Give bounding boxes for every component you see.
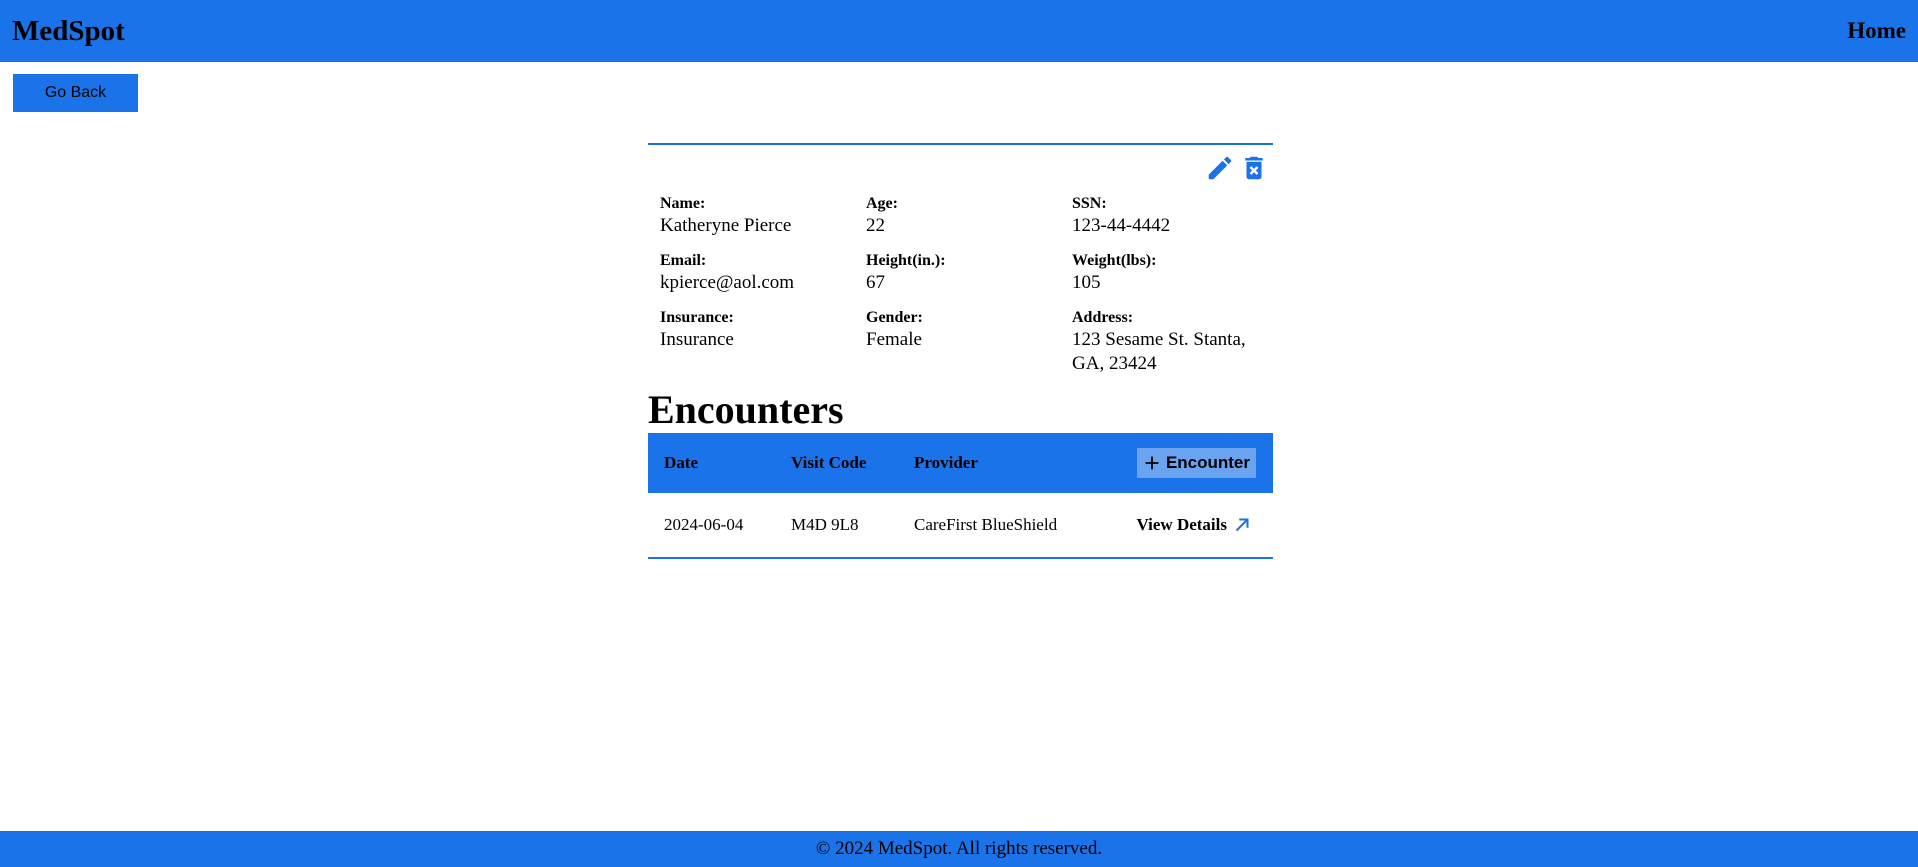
plus-icon	[1145, 456, 1159, 470]
field-height: Height(in.): 67	[866, 251, 1072, 295]
field-label: Age:	[866, 195, 898, 212]
column-header-date: Date	[664, 453, 698, 472]
patient-info-grid: Name: Katheryne Pierce Age: 22 SSN: 123-…	[660, 194, 1266, 376]
arrow-up-right-icon	[1235, 518, 1249, 532]
field-value: kpierce@aol.com	[660, 272, 795, 293]
field-value: 67	[866, 272, 885, 293]
field-age: Age: 22	[866, 194, 1072, 238]
field-insurance: Insurance: Insurance	[660, 308, 866, 376]
column-header-provider: Provider	[914, 453, 978, 472]
table-header-row: Date Visit Code Provider Encounter	[648, 433, 1273, 493]
cell-date: 2024-06-04	[664, 515, 744, 534]
table-row: 2024-06-04 M4D 9L8 CareFirst BlueShield …	[648, 493, 1273, 558]
field-value: Katheryne Pierce	[660, 215, 792, 236]
field-ssn: SSN: 123-44-4442	[1072, 194, 1266, 238]
view-details-link[interactable]: View Details	[1137, 514, 1254, 536]
field-weight: Weight(lbs): 105	[1072, 251, 1266, 295]
field-name: Name: Katheryne Pierce	[660, 194, 866, 238]
encounters-table-body: 2024-06-04 M4D 9L8 CareFirst BlueShield …	[648, 493, 1273, 558]
brand-logo[interactable]: MedSpot	[12, 15, 125, 48]
field-email: Email: kpierce@aol.com	[660, 251, 866, 295]
trash-icon	[1245, 156, 1263, 180]
go-back-button[interactable]: Go Back	[13, 74, 138, 112]
field-value: 123-44-4442	[1072, 215, 1171, 236]
field-label: Gender:	[866, 309, 923, 326]
encounters-title: Encounters	[648, 387, 844, 432]
cell-visit-code: M4D 9L8	[791, 515, 859, 534]
navbar: MedSpot Home	[0, 0, 1918, 62]
add-encounter-button[interactable]: Encounter	[1136, 448, 1256, 478]
field-value: 105	[1072, 272, 1101, 293]
field-label: Name:	[660, 195, 706, 212]
view-details-label: View Details	[1136, 515, 1228, 534]
edit-patient-button[interactable]	[1205, 153, 1235, 183]
column-header-visit-code: Visit Code	[791, 453, 867, 472]
field-label: Insurance:	[660, 309, 734, 326]
field-value: Female	[866, 329, 922, 350]
field-value: Insurance	[660, 329, 734, 350]
field-gender: Gender: Female	[866, 308, 1072, 376]
column-header-actions: Encounter	[1103, 433, 1273, 493]
nav-home-link[interactable]: Home	[1847, 18, 1906, 44]
pencil-icon	[1208, 156, 1232, 180]
add-encounter-label: Encounter	[1165, 453, 1250, 472]
cell-provider: CareFirst BlueShield	[914, 515, 1058, 534]
card-actions	[1205, 153, 1269, 183]
field-value: 22	[866, 215, 885, 236]
patient-card: Name: Katheryne Pierce Age: 22 SSN: 123-…	[648, 143, 1273, 393]
field-label: Weight(lbs):	[1072, 252, 1157, 269]
field-label: Email:	[660, 252, 707, 269]
cell-actions: View Details	[1103, 493, 1273, 558]
field-label: Height(in.):	[866, 252, 946, 269]
encounters-table-header: Date Visit Code Provider Encounter	[648, 433, 1273, 493]
field-label: SSN:	[1072, 195, 1107, 212]
encounters-table: Date Visit Code Provider Encounter 2024-…	[648, 433, 1273, 559]
field-label: Address:	[1072, 309, 1134, 326]
footer: © 2024 MedSpot. All rights reserved.	[0, 831, 1918, 867]
field-value: 123 Sesame St. Stanta, GA, 23424	[1072, 329, 1246, 374]
footer-copyright: © 2024 MedSpot. All rights reserved.	[815, 838, 1103, 859]
delete-patient-button[interactable]	[1239, 153, 1269, 183]
field-address: Address: 123 Sesame St. Stanta, GA, 2342…	[1072, 308, 1266, 376]
